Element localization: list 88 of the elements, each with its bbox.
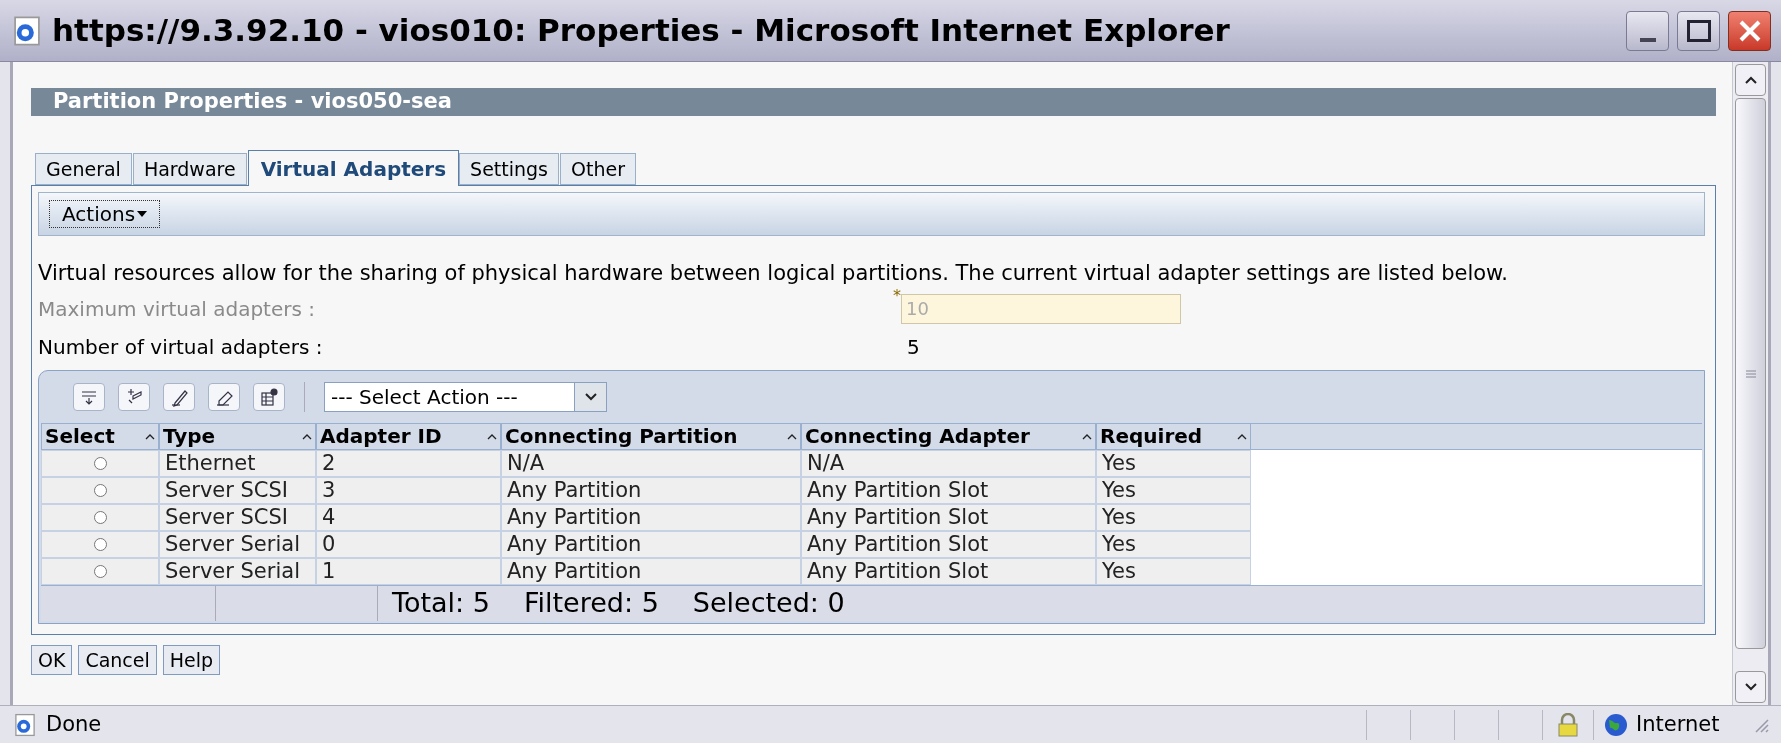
row-radio[interactable] — [93, 483, 107, 497]
select-action-dropdown[interactable]: --- Select Action --- — [324, 381, 607, 412]
dialog-button[interactable]: OK — [31, 644, 73, 675]
table-cell: Yes — [1096, 530, 1251, 558]
window-title: https://9.3.92.10 - vios010: Properties - Microsoft Internet Explorer — [52, 11, 1230, 51]
dialog-button[interactable]: Help — [162, 644, 221, 675]
scroll-up-button[interactable] — [1735, 64, 1766, 96]
tab[interactable]: Hardware — [132, 153, 247, 185]
sort-icon — [302, 432, 312, 440]
tab[interactable]: Other — [560, 153, 636, 185]
close-button[interactable] — [1728, 10, 1771, 51]
sort-icon — [1237, 432, 1247, 440]
field-label: Number of virtual adapters : — [38, 333, 324, 361]
maximize-icon — [1686, 19, 1711, 42]
column-header[interactable]: Connecting Partition — [501, 422, 801, 450]
tab[interactable]: General — [35, 153, 132, 185]
toolbar-button[interactable] — [118, 382, 150, 411]
column-header[interactable]: Connecting Adapter — [801, 422, 1096, 450]
table-cell: Server Serial — [159, 557, 316, 585]
table-cell: Yes — [1096, 503, 1251, 531]
table-cell: 4 — [316, 503, 501, 531]
table-cell: Server Serial — [159, 530, 316, 558]
scroll-thumb[interactable] — [1735, 98, 1766, 649]
actions-menu[interactable]: Actions — [49, 200, 161, 228]
page-icon — [12, 711, 38, 738]
sort-icon — [787, 432, 797, 440]
table-cell: Yes — [1096, 449, 1251, 477]
row-radio[interactable] — [93, 537, 107, 551]
toolbar-button[interactable] — [208, 382, 240, 411]
table-cell: Any Partition Slot — [801, 476, 1096, 504]
scroll-down-button[interactable] — [1735, 671, 1766, 703]
column-header[interactable]: Required — [1096, 422, 1251, 450]
row-radio[interactable] — [93, 510, 107, 524]
status-text: Done — [46, 710, 102, 738]
table-cell: 0 — [316, 530, 501, 558]
description-text: Virtual resources allow for the sharing of physical hardware between logical partitions. The current virtual adapter settings are listed below. — [38, 260, 1510, 287]
grip-icon — [1745, 369, 1756, 378]
lock-icon — [1557, 712, 1579, 737]
sort-icon — [487, 432, 497, 440]
toolbar-button[interactable] — [163, 382, 195, 411]
table-summary: Filtered: 5 — [523, 585, 659, 620]
table-cell: Any Partition — [501, 476, 801, 504]
zone-label: Internet — [1636, 710, 1720, 738]
tab[interactable]: Virtual Adapters — [247, 150, 460, 186]
sort-icon — [145, 432, 155, 440]
table-cell: Any Partition Slot — [801, 557, 1096, 585]
table-cell: N/A — [501, 449, 801, 477]
sort-icon — [1082, 432, 1092, 440]
table-cell: Server SCSI — [159, 503, 316, 531]
table-cell: Any Partition Slot — [801, 503, 1096, 531]
minimize-icon — [1639, 37, 1656, 42]
globe-icon — [1604, 712, 1628, 737]
table-cell: 1 — [316, 557, 501, 585]
table-cell: Any Partition — [501, 503, 801, 531]
chevron-up-icon — [1744, 76, 1757, 84]
tab[interactable]: Settings — [459, 153, 560, 185]
table-cell: Yes — [1096, 557, 1251, 585]
dialog-button[interactable]: Cancel — [78, 644, 157, 675]
minimize-button[interactable] — [1626, 10, 1669, 51]
table-settings-icon — [258, 385, 280, 408]
required-mark: * — [893, 284, 901, 307]
section-header: Partition Properties - vios050-sea — [31, 88, 1716, 116]
table-cell: Ethernet — [159, 449, 316, 477]
table-cell: 3 — [316, 476, 501, 504]
table-cell: N/A — [801, 449, 1096, 477]
row-radio[interactable] — [93, 456, 107, 470]
column-header[interactable]: Select — [41, 422, 159, 450]
field-value: 5 — [906, 333, 920, 361]
vertical-scrollbar[interactable] — [1732, 62, 1768, 705]
column-header[interactable]: Type — [159, 422, 316, 450]
caret-icon — [137, 211, 148, 217]
table-summary: Selected: 0 — [692, 585, 845, 620]
table-cell: Server SCSI — [159, 476, 316, 504]
chevron-down-icon — [584, 392, 597, 401]
close-icon — [1737, 18, 1762, 43]
table-cell: Any Partition — [501, 530, 801, 558]
resize-grip-icon — [1753, 716, 1769, 733]
table-cell: Any Partition Slot — [801, 530, 1096, 558]
table-cell: 2 — [316, 449, 501, 477]
toolbar-button[interactable] — [253, 382, 285, 411]
maximize-button[interactable] — [1677, 10, 1720, 51]
chevron-down-icon — [1744, 683, 1757, 691]
column-header[interactable]: Adapter ID — [316, 422, 501, 450]
table-cell: Any Partition — [501, 557, 801, 585]
table-summary: Total: 5 — [392, 585, 490, 620]
row-radio[interactable] — [93, 564, 107, 578]
field-label: Maximum virtual adapters : — [38, 295, 316, 323]
table-cell: Yes — [1096, 476, 1251, 504]
